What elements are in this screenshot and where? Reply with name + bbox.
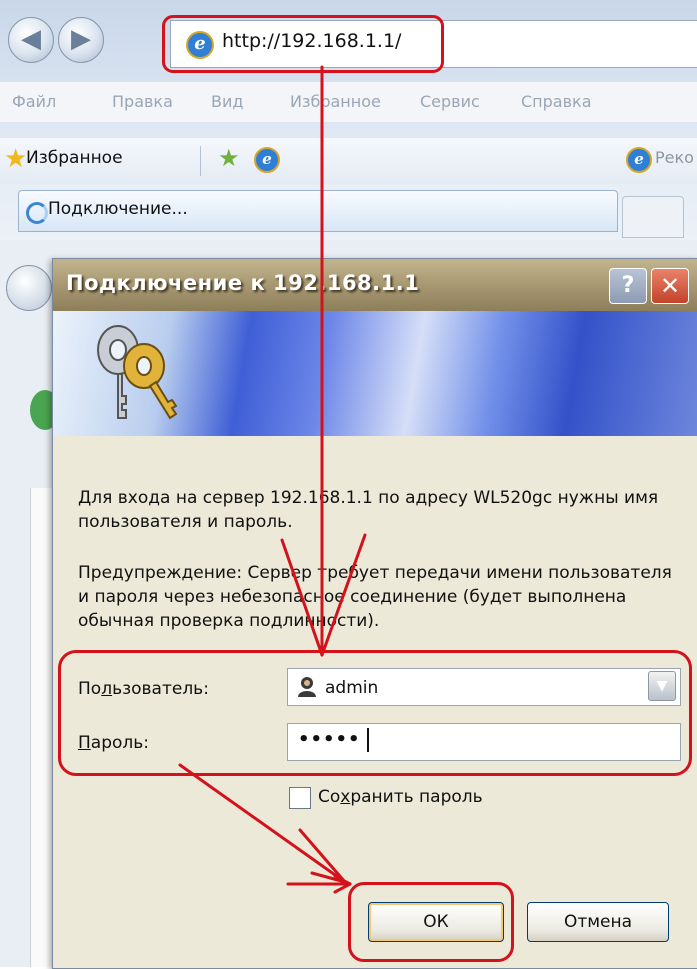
annotation-fields-highlight: [58, 650, 692, 776]
recommended-sites-link[interactable]: Реко: [655, 148, 694, 167]
remember-password-checkbox[interactable]: [289, 787, 311, 809]
back-button[interactable]: ◀: [8, 17, 54, 63]
add-favorite-icon[interactable]: ★: [218, 144, 240, 172]
close-button[interactable]: ✕: [651, 268, 689, 304]
ie-page-icon[interactable]: e: [254, 147, 280, 173]
menu-edit[interactable]: Правка: [112, 92, 173, 111]
dialog-message: Для входа на сервер 192.168.1.1 по адрес…: [78, 488, 659, 532]
help-button[interactable]: ?: [609, 268, 647, 304]
menu-file[interactable]: Файл: [12, 92, 56, 111]
close-icon: ✕: [659, 272, 681, 300]
remember-password-label[interactable]: Сохранить пароль: [318, 787, 483, 807]
new-tab-button[interactable]: [622, 196, 684, 238]
ie-page-icon[interactable]: e: [626, 147, 652, 173]
tab-label: Подключение...: [48, 199, 188, 219]
loading-spinner-icon: [26, 202, 48, 224]
help-icon: ?: [621, 273, 635, 298]
back-icon: ◀: [21, 24, 41, 54]
annotation-address-highlight: [162, 15, 444, 73]
menu-favorites[interactable]: Избранное: [290, 92, 381, 111]
star-icon[interactable]: ★: [4, 144, 27, 174]
keys-icon: [97, 325, 178, 420]
menu-view[interactable]: Вид: [211, 92, 243, 111]
forward-icon: ▶: [71, 24, 91, 54]
forward-button[interactable]: ▶: [58, 17, 104, 63]
cancel-button[interactable]: Отмена: [527, 902, 669, 942]
background-back-button: [6, 265, 52, 311]
toolbar-divider: [200, 146, 201, 176]
favorites-button[interactable]: Избранное: [26, 148, 123, 168]
dialog-warning: Предупреждение: Сервер требует передачи …: [78, 563, 672, 631]
annotation-ok-highlight: [348, 882, 514, 962]
menu-help[interactable]: Справка: [521, 92, 592, 111]
menu-tools[interactable]: Сервис: [420, 92, 480, 111]
dialog-title: Подключение к 192.168.1.1: [66, 271, 420, 295]
